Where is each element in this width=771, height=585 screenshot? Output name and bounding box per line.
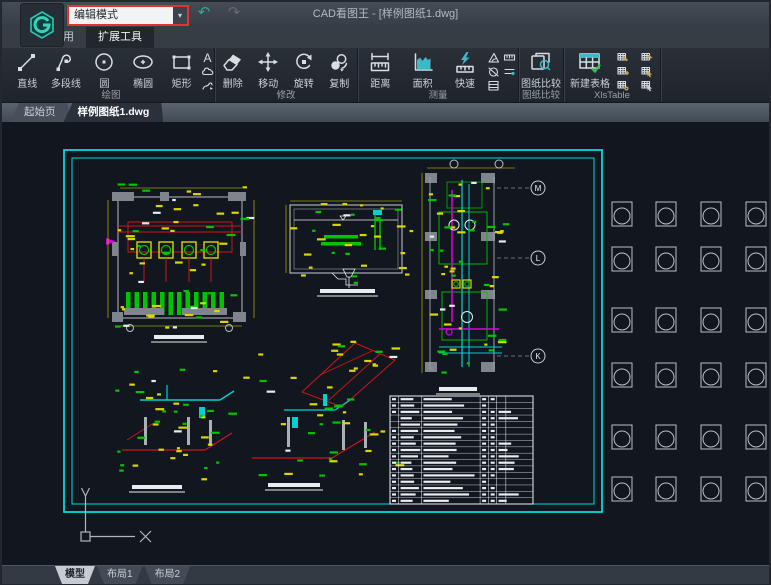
tool-arc-measure-button[interactable] [487,65,500,78]
app-window: CAD看图王 - [样例图纸1.dwg] 编辑模式 ▾ ↶ ↷ 常用扩展工具 直… [0,0,771,585]
group-label-draw: 绘图 [8,87,214,101]
riser-plan-drawing [422,160,515,374]
tool-ruler-measure-button[interactable] [503,51,516,64]
new-table-icon [577,50,603,74]
tool-line-button[interactable]: 直线 [8,49,47,90]
tool-area-button[interactable]: 面积 [403,49,443,90]
tool-new-table-button[interactable]: 新建表格 [570,49,610,90]
edit-mode-value: 编辑模式 [69,8,173,23]
redo-button[interactable]: ↷ [224,3,244,23]
rotate-icon [292,50,316,74]
tool-ellipse-button[interactable]: 椭圆 [124,49,163,90]
polyline-icon [54,50,78,74]
edit-mode-dropdown[interactable]: 编辑模式 ▾ [67,5,189,26]
tool-xls-tool-4-button[interactable] [640,65,653,78]
svg-text:L: L [536,254,541,263]
document-tab-start-page[interactable]: 起始页 [10,103,70,122]
move-icon [256,50,280,74]
tool-rectangle-button[interactable]: 矩形 [162,49,201,90]
erase-icon [221,50,245,74]
group-label-compare: 图纸比较 [519,87,563,101]
ribbon-group-draw: 直线多段线圆椭圆矩形A 绘图 [8,48,215,102]
layout-tab-bar: 模型布局1布局2 [2,565,769,584]
copy-icon [327,50,351,74]
svg-text:K: K [535,352,541,361]
ribbon-group-modify: 删除移动旋转复制 修改 [215,48,358,102]
isometric-drawing-1 [115,369,249,492]
ribbon: 直线多段线圆椭圆矩形A 绘图 删除移动旋转复制 修改 距离面积快速 测量 图纸比… [2,48,769,103]
drawing-compare-icon [528,50,554,74]
tool-polyline-button[interactable]: 多段线 [47,49,86,90]
document-tab-bar: 起始页样例图纸1.dwg [2,103,769,122]
tool-angle-measure-button[interactable] [487,51,500,64]
group-label-measure: 测量 [358,87,518,101]
undo-button[interactable]: ↶ [194,3,214,23]
tool-revision-cloud-button[interactable] [201,65,214,78]
tool-text-button[interactable]: A [201,51,214,64]
group-label-modify: 修改 [215,87,357,101]
isometric-drawing-2 [252,341,404,490]
svg-text:M: M [535,184,542,193]
tool-erase-button[interactable]: 删除 [215,49,251,90]
svg-text:A: A [203,51,211,64]
tool-distance-button[interactable]: 距离 [360,49,400,90]
app-logo-icon[interactable] [20,3,64,47]
circle-icon [92,50,116,74]
symbol-grid [612,202,766,501]
group-label-xlstable: XlsTable [564,90,660,101]
tool-xls-tool-3-button[interactable] [616,65,629,78]
tool-move-button[interactable]: 移动 [251,49,287,90]
material-table [390,387,533,504]
tool-circle-button[interactable]: 圆 [85,49,124,90]
plan-drawing [106,183,254,342]
tool-copy-button[interactable]: 复制 [322,49,358,90]
ribbon-tab-extended-tools[interactable]: 扩展工具 [86,27,154,48]
layout-tab-layout2[interactable]: 布局2 [145,566,191,584]
document-tab-drawing[interactable]: 样例图纸1.dwg [64,103,164,122]
tool-quick-measure-button[interactable]: 快速 [445,49,485,90]
tool-label: 新建表格 [570,75,610,90]
tool-xls-tool-1-button[interactable] [616,51,629,64]
line-icon [15,50,39,74]
tool-offset-measure-button[interactable] [503,65,516,78]
section-drawing [286,201,413,296]
ellipse-icon [131,50,155,74]
grid-bubbles: M L K [497,181,545,363]
distance-icon [368,50,392,74]
layout-tab-layout1[interactable]: 布局1 [97,566,143,584]
tool-xls-tool-2-button[interactable] [640,51,653,64]
quick-measure-icon [453,50,477,74]
tool-rotate-button[interactable]: 旋转 [286,49,322,90]
rectangle-icon [170,50,194,74]
area-icon [411,50,435,74]
chevron-down-icon[interactable]: ▾ [173,7,187,24]
ribbon-group-measure: 距离面积快速 测量 [358,48,519,102]
ribbon-group-xlstable: 新建表格 XlsTable [564,48,661,102]
tool-drawing-compare-button[interactable]: 图纸比较 [521,49,561,90]
layout-tab-model[interactable]: 模型 [55,566,95,584]
ucs-icon [81,488,151,542]
ribbon-group-compare: 图纸比较 图纸比较 [519,48,564,102]
drawing-canvas[interactable]: M L K [2,122,769,565]
ribbon-tab-bar: 常用扩展工具 [2,27,769,48]
